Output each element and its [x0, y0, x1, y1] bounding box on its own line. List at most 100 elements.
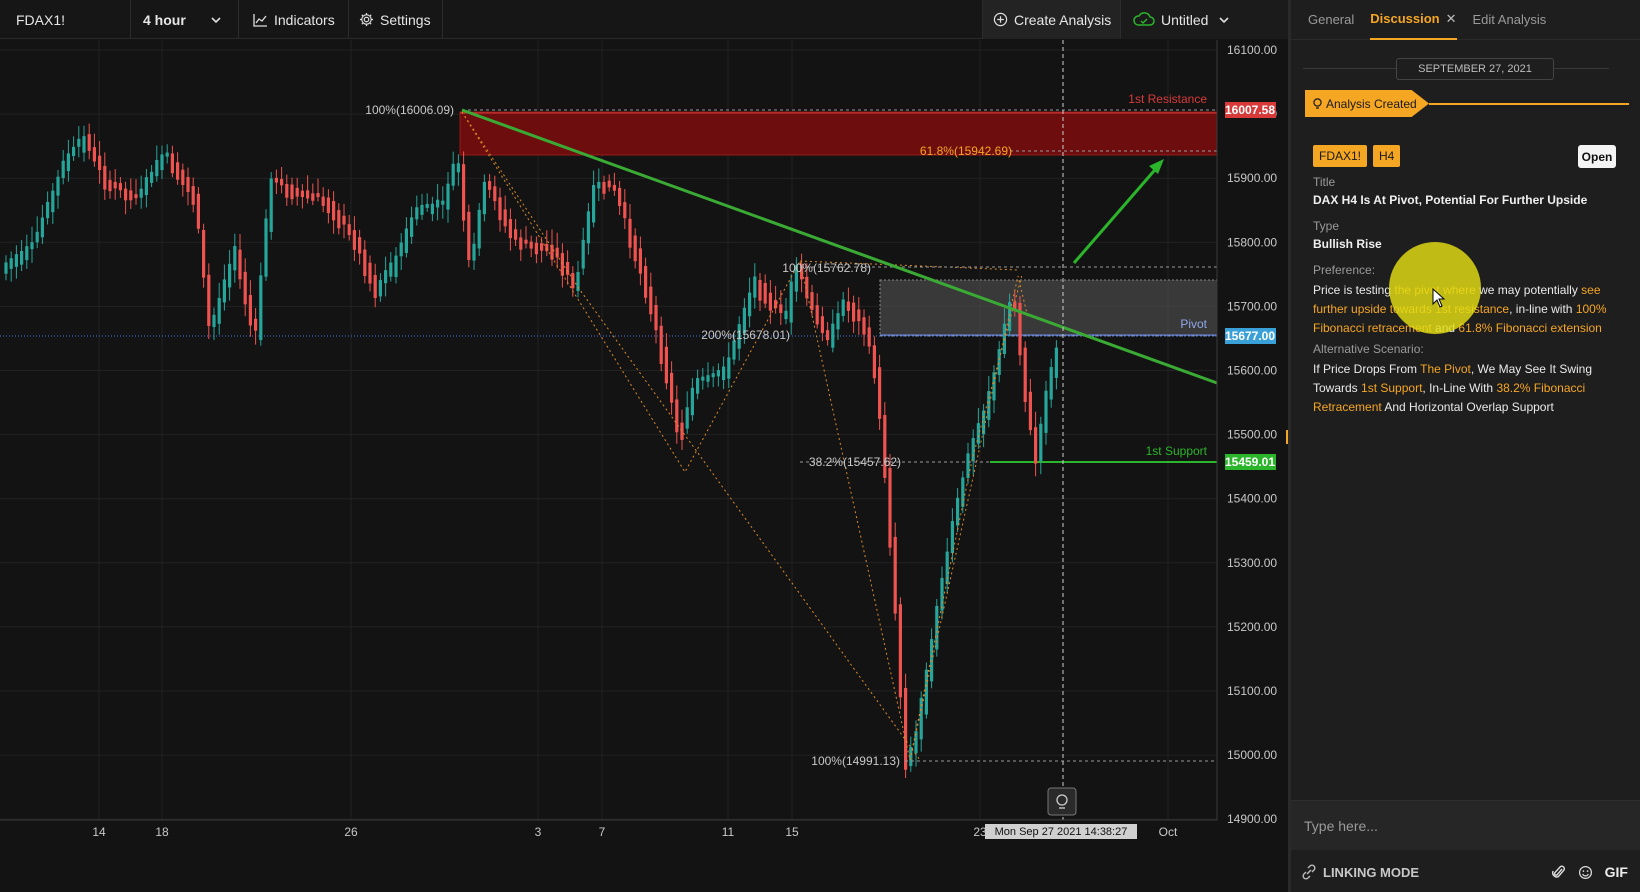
- layout-name: Untitled: [1161, 11, 1209, 28]
- fib-label-200: 200%(15678.01): [701, 328, 790, 342]
- paperclip-icon[interactable]: [1551, 864, 1566, 880]
- candle-body: [233, 246, 237, 271]
- candle-body: [893, 536, 897, 614]
- candle-body: [1023, 347, 1027, 403]
- emoji-icon[interactable]: [1578, 865, 1593, 880]
- chart-canvas[interactable]: 16100.0016000.0015900.0015800.0015700.00…: [0, 40, 1288, 892]
- candle-body: [415, 207, 419, 220]
- symbol-tag[interactable]: FDAX1!: [1313, 145, 1368, 167]
- price-axis[interactable]: 16100.0016000.0015900.0015800.0015700.00…: [1227, 43, 1277, 826]
- candle-body: [399, 242, 403, 257]
- candle-body: [888, 467, 892, 548]
- create-analysis-button[interactable]: Create Analysis: [982, 0, 1121, 39]
- timeframe-tag[interactable]: H4: [1373, 145, 1401, 167]
- cloud-check-icon: [1133, 12, 1155, 26]
- candle-body: [716, 370, 720, 377]
- highlighted-text: The Pivot: [1420, 362, 1471, 376]
- candle-body: [264, 218, 268, 277]
- candle-body: [274, 177, 278, 183]
- panel-footer: LINKING MODE GIF: [1291, 852, 1640, 892]
- fib-level-lines: [462, 109, 1217, 762]
- candle-body: [612, 184, 616, 191]
- settings-button[interactable]: Settings: [349, 0, 443, 39]
- analysis-panel: General Discussion ✕ Edit Analysis SEPTEM…: [1288, 0, 1640, 892]
- candle-body: [831, 323, 835, 348]
- candle-body: [181, 169, 185, 186]
- pivot-zone[interactable]: [879, 279, 1218, 337]
- analysis-created-badge: Analysis Created: [1305, 90, 1429, 117]
- open-button[interactable]: Open: [1578, 145, 1616, 168]
- fibonacci-drawings[interactable]: [461, 111, 1029, 761]
- price-chart[interactable]: 16100.0016000.0015900.0015800.0015700.00…: [0, 40, 1288, 892]
- candle-body: [202, 229, 206, 278]
- tab-discussion[interactable]: Discussion ✕: [1370, 0, 1457, 40]
- layout-dropdown[interactable]: Untitled: [1121, 0, 1288, 39]
- candle-body: [867, 327, 871, 347]
- candle-body: [997, 349, 1001, 375]
- candle-body: [389, 262, 393, 277]
- gear-icon: [359, 12, 374, 27]
- candle-body: [597, 181, 601, 189]
- gif-button[interactable]: GIF: [1605, 864, 1628, 880]
- candle-body: [477, 209, 481, 249]
- candle-body: [248, 295, 252, 326]
- type-label: Type: [1313, 219, 1340, 233]
- link-icon[interactable]: [1301, 864, 1317, 880]
- candle-body: [456, 163, 460, 173]
- interval-dropdown[interactable]: 4 hour: [131, 0, 239, 39]
- candle-body: [342, 215, 346, 225]
- candle-body: [784, 310, 788, 320]
- candle-body: [77, 138, 81, 147]
- candle-body: [186, 177, 190, 193]
- price-tick-label: 15400.00: [1227, 492, 1277, 506]
- candle-body: [862, 317, 866, 335]
- candle-body: [670, 372, 674, 403]
- candle-body: [113, 181, 117, 189]
- linking-mode-label[interactable]: LINKING MODE: [1323, 865, 1419, 880]
- candle-body: [748, 292, 752, 317]
- tab-edit-analysis[interactable]: Edit Analysis: [1473, 0, 1547, 40]
- candle-body: [675, 399, 679, 433]
- date-tick-label: 7: [599, 825, 606, 839]
- chevron-down-icon: [1219, 16, 1230, 23]
- candle-body: [524, 239, 528, 244]
- analysis-type: Bullish Rise: [1313, 237, 1382, 251]
- message-input[interactable]: [1291, 801, 1640, 850]
- candle-body: [103, 165, 107, 190]
- resistance-zone[interactable]: [459, 111, 1218, 156]
- candle-body: [14, 254, 18, 267]
- candle-body: [300, 190, 304, 198]
- reply-box: [1291, 800, 1640, 850]
- candle-body: [607, 180, 611, 188]
- text-span: And Horizontal Overlap Support: [1381, 400, 1554, 414]
- tab-general[interactable]: General: [1308, 0, 1354, 40]
- candle-body: [1054, 347, 1058, 378]
- candle-body: [566, 262, 570, 275]
- analysis-tags: FDAX1! H4: [1313, 145, 1406, 167]
- price-tick-label: 16100.00: [1227, 43, 1277, 57]
- date-tick-label: 26: [344, 825, 358, 839]
- chart-line-icon: [253, 13, 267, 27]
- idea-bulb-button[interactable]: [1047, 787, 1077, 816]
- candle-body: [878, 367, 882, 419]
- analysis-created-row: Analysis Created: [1305, 90, 1630, 117]
- indicators-button[interactable]: Indicators: [239, 0, 349, 39]
- candle-body: [228, 263, 232, 288]
- candle-body: [904, 687, 908, 770]
- candle-body: [680, 422, 684, 440]
- symbol-label: FDAX1!: [16, 11, 66, 28]
- candle-body: [332, 201, 336, 221]
- candle-body: [519, 237, 523, 250]
- fib-label-top-left: 100%(16006.09): [365, 103, 454, 117]
- close-icon[interactable]: ✕: [1446, 11, 1457, 27]
- candle-body: [290, 184, 294, 200]
- price-tick-label: 15700.00: [1227, 299, 1277, 313]
- fib-label-mid-top: 100%(15762.78): [782, 261, 871, 275]
- candle-body: [841, 299, 845, 316]
- resistance-label: 1st Resistance: [1128, 92, 1207, 106]
- candle-body: [571, 273, 575, 289]
- candle-body: [836, 313, 840, 330]
- candle-body: [134, 194, 138, 199]
- projection-arrow[interactable]: [1072, 159, 1164, 264]
- symbol-search[interactable]: FDAX1!: [0, 0, 131, 39]
